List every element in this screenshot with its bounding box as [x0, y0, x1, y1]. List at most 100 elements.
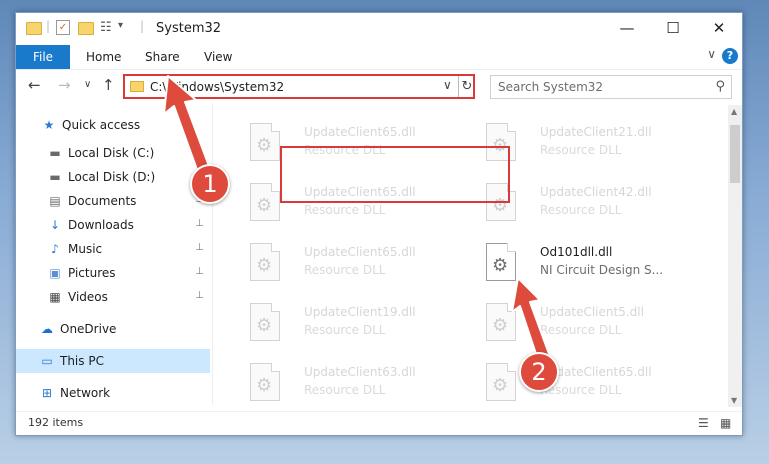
gear-icon: ⚙ [256, 135, 273, 156]
pc-icon: ▭ [41, 354, 53, 368]
sidebar-item-label: OneDrive [60, 322, 117, 336]
up-button[interactable]: ↑ [102, 76, 115, 94]
videos-icon: ▦ [49, 290, 61, 304]
file-item[interactable]: ⚙ UpdateClient65.dll Resource DLL [242, 239, 472, 291]
help-icon[interactable]: ? [722, 48, 738, 64]
gear-file-icon: ⚙ [250, 243, 280, 281]
forward-button[interactable]: → [58, 76, 71, 94]
gear-file-icon: ⚙ [250, 123, 280, 161]
new-folder-icon[interactable] [78, 22, 94, 35]
file-description: Resource DLL [304, 323, 386, 337]
sidebar-item-videos[interactable]: ▦ Videos ⊥ [16, 285, 210, 309]
sidebar-item-downloads[interactable]: ↓ Downloads ⊥ [16, 213, 210, 237]
separator: | [46, 19, 51, 33]
callout-badge-2: 2 [519, 352, 559, 392]
sidebar-item-label: Local Disk (D:) [68, 170, 156, 184]
gear-icon: ⚙ [256, 375, 273, 396]
status-bar: 192 items ☰ ▦ [16, 411, 742, 435]
star-icon: ★ [43, 118, 55, 132]
tab-file[interactable]: File [16, 45, 70, 69]
file-description: Resource DLL [540, 203, 622, 217]
sidebar-item-label: Downloads [68, 218, 134, 232]
scrollbar-thumb[interactable] [730, 125, 740, 183]
list-icon[interactable]: ☷ [100, 20, 112, 35]
file-description: Resource DLL [304, 203, 386, 217]
gear-icon: ⚙ [256, 315, 273, 336]
ribbon-expand-icon[interactable]: ∨ [707, 47, 716, 61]
properties-icon[interactable]: ✓ [56, 20, 70, 35]
maximize-button[interactable]: ☐ [650, 13, 696, 43]
details-view-icon[interactable]: ☰ [698, 416, 709, 430]
close-button[interactable]: ✕ [696, 13, 742, 43]
gear-icon: ⚙ [492, 255, 509, 276]
sidebar-item-this-pc[interactable]: ▭ This PC [16, 349, 210, 373]
window-title: System32 [156, 21, 222, 36]
tab-home[interactable]: Home [86, 45, 121, 69]
minimize-button[interactable]: — [604, 13, 650, 43]
drive-icon: ▬ [49, 170, 61, 184]
file-item[interactable]: ⚙ UpdateClient63.dll Resource DLL [242, 359, 472, 405]
sidebar-item-label: Videos [68, 290, 108, 304]
pin-icon: ⊥ [195, 218, 204, 229]
sidebar-item-label: Local Disk (C:) [68, 146, 155, 160]
folder-icon [130, 81, 144, 92]
sidebar-item-pictures[interactable]: ▣ Pictures ⊥ [16, 261, 210, 285]
search-input[interactable]: Search System32 ⚲ [490, 75, 732, 99]
gear-icon: ⚙ [256, 255, 273, 276]
file-name: UpdateClient42.dll [540, 185, 652, 199]
item-count: 192 items [28, 416, 84, 429]
recent-locations-icon[interactable]: ∨ [84, 79, 91, 90]
sidebar-item-label: This PC [60, 354, 104, 368]
file-item[interactable]: ⚙ UpdateClient19.dll Resource DLL [242, 299, 472, 351]
sidebar-item-music[interactable]: ♪ Music ⊥ [16, 237, 210, 261]
sidebar-item-label: Music [68, 242, 103, 256]
gear-icon: ⚙ [256, 195, 273, 216]
network-icon: ⊞ [41, 386, 53, 400]
file-description: Resource DLL [540, 143, 622, 157]
sidebar-item-label: Documents [68, 194, 137, 208]
search-placeholder: Search System32 [498, 80, 604, 94]
file-name: Od101dll.dll [540, 245, 613, 259]
documents-icon: ▤ [49, 194, 61, 208]
sidebar-item-label: Network [60, 386, 111, 400]
gear-file-icon: ⚙ [250, 363, 280, 401]
drive-icon: ▬ [49, 146, 61, 160]
pin-icon: ⊥ [195, 242, 204, 253]
file-description: NI Circuit Design S... [540, 263, 664, 277]
pin-icon: ⊥ [195, 290, 204, 301]
back-button[interactable]: ← [28, 76, 41, 94]
music-icon: ♪ [51, 242, 59, 256]
search-icon: ⚲ [715, 79, 725, 94]
navigation-bar: ← → ∨ ↑ C:\Windows\System32 ∨ ↻ Search S… [16, 69, 742, 103]
title-bar: | ✓ ☷ ▾ | System32 — ☐ ✕ [16, 13, 742, 45]
gear-icon: ⚙ [492, 375, 509, 396]
highlight-box [280, 146, 510, 203]
file-item[interactable]: ⚙ UpdateClient21.dll Resource DLL [478, 119, 708, 171]
folder-icon [26, 22, 42, 35]
address-dropdown-icon[interactable]: ∨ [443, 78, 452, 92]
tiles-view-icon[interactable]: ▦ [720, 416, 731, 430]
sidebar-item-label: Quick access [62, 118, 141, 132]
tab-view[interactable]: View [204, 45, 232, 69]
sidebar-item-onedrive[interactable]: ☁ OneDrive [16, 317, 210, 341]
scroll-down-icon[interactable]: ▼ [731, 396, 737, 405]
separator: | [140, 19, 145, 33]
explorer-window: | ✓ ☷ ▾ | System32 — ☐ ✕ File Home Share… [15, 12, 743, 436]
gear-icon: ⚙ [492, 315, 509, 336]
scroll-up-icon[interactable]: ▲ [731, 107, 737, 116]
pictures-icon: ▣ [49, 266, 61, 280]
vertical-scrollbar[interactable]: ▲ ▼ [728, 105, 742, 407]
file-name: UpdateClient63.dll [304, 365, 416, 379]
file-name: UpdateClient65.dll [304, 245, 416, 259]
sidebar-item-network[interactable]: ⊞ Network [16, 381, 210, 405]
file-description: Resource DLL [304, 383, 386, 397]
file-description: Resource DLL [304, 263, 386, 277]
file-name: UpdateClient65.dll [304, 125, 416, 139]
refresh-icon[interactable]: ↻ [458, 76, 475, 97]
callout-badge-1: 1 [190, 164, 230, 204]
file-name: UpdateClient19.dll [304, 305, 416, 319]
gear-file-icon: ⚙ [250, 303, 280, 341]
file-item[interactable]: ⚙ UpdateClient42.dll Resource DLL [478, 179, 708, 231]
customize-chevron-icon[interactable]: ▾ [118, 20, 123, 31]
tab-share[interactable]: Share [145, 45, 180, 69]
